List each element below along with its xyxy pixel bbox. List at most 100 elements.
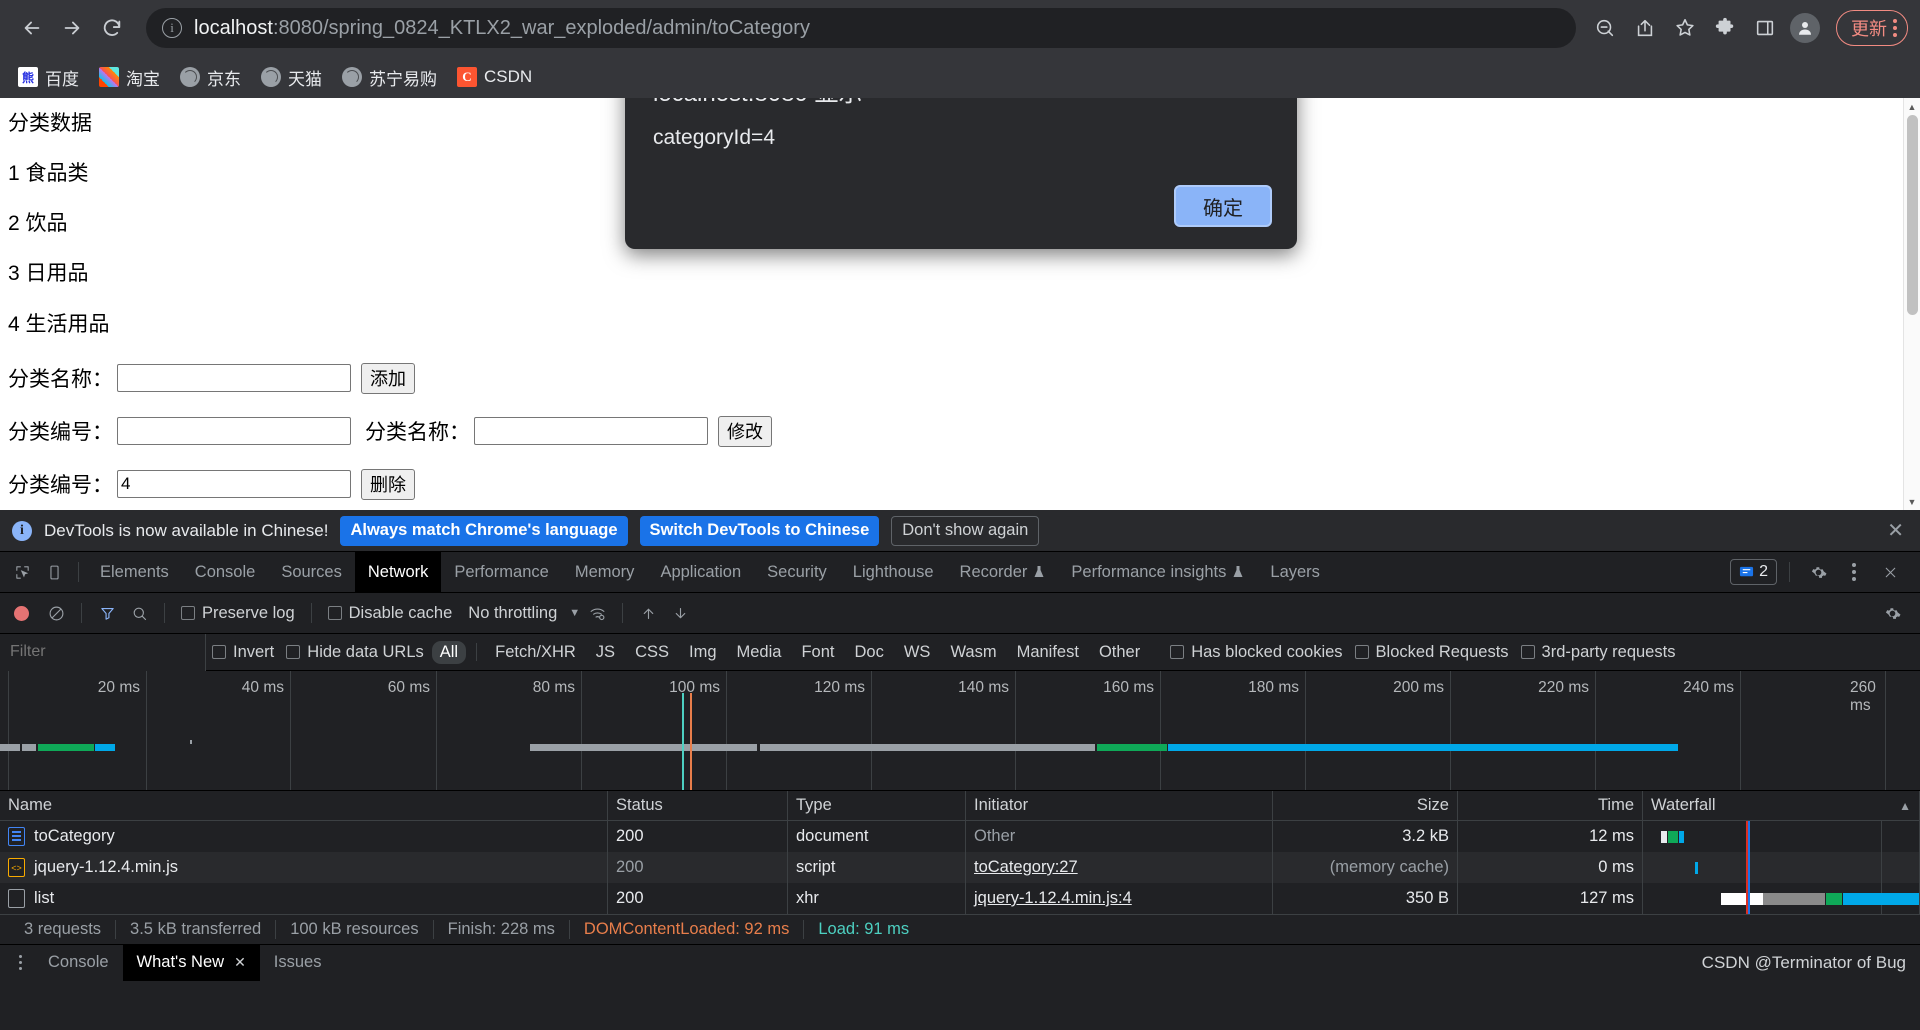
devtools-menu-button[interactable]	[1838, 556, 1870, 588]
drawer-tab-whats-new[interactable]: What's New ✕	[122, 944, 260, 981]
filter-input[interactable]	[0, 633, 206, 671]
tab-layers[interactable]: Layers	[1257, 552, 1333, 593]
preserve-log-checkbox[interactable]: Preserve log	[181, 604, 295, 623]
edit-id-input[interactable]	[117, 417, 351, 446]
network-settings-button[interactable]	[1882, 598, 1912, 628]
tab-memory[interactable]: Memory	[562, 552, 648, 593]
filter-type-all[interactable]: All	[431, 640, 467, 664]
initiator-link[interactable]: toCategory:27	[974, 858, 1078, 877]
add-name-input[interactable]	[117, 364, 351, 393]
drawer-tab-issues[interactable]: Issues	[260, 945, 336, 981]
cell-initiator[interactable]: jquery-1.12.4.min.js:4	[966, 883, 1273, 914]
search-button[interactable]	[124, 598, 154, 628]
chevron-down-icon[interactable]: ▼	[569, 607, 580, 619]
bookmark-item-suning[interactable]: 苏宁易购	[334, 61, 445, 94]
switch-devtools-chinese-button[interactable]: Switch DevTools to Chinese	[639, 515, 880, 546]
tab-sources[interactable]: Sources	[268, 552, 355, 593]
close-icon[interactable]: ✕	[234, 954, 246, 971]
invert-checkbox[interactable]: Invert	[212, 643, 274, 662]
record-icon[interactable]	[14, 605, 29, 621]
tab-network[interactable]: Network	[354, 551, 442, 593]
table-row[interactable]: list 200 xhr jquery-1.12.4.min.js:4 350 …	[0, 883, 1920, 914]
filter-type-img[interactable]: Img	[681, 641, 725, 664]
forward-button[interactable]	[52, 8, 92, 48]
tab-application[interactable]: Application	[647, 552, 754, 593]
side-panel-button[interactable]	[1746, 9, 1784, 47]
blocked-requests-checkbox[interactable]: Blocked Requests	[1354, 643, 1509, 662]
initiator-link[interactable]: jquery-1.12.4.min.js:4	[974, 889, 1132, 908]
throttling-select[interactable]: No throttling	[468, 604, 557, 623]
scrollbar-thumb[interactable]	[1907, 115, 1918, 315]
zoom-out-button[interactable]	[1586, 9, 1624, 47]
bookmark-button[interactable]	[1666, 9, 1704, 47]
tab-lighthouse[interactable]: Lighthouse	[840, 552, 947, 593]
cell-initiator[interactable]: toCategory:27	[966, 852, 1273, 883]
tab-recorder[interactable]: Recorder	[947, 552, 1059, 593]
import-har-button[interactable]	[633, 598, 663, 628]
chrome-menu-icon[interactable]	[1893, 19, 1897, 37]
tab-elements[interactable]: Elements	[87, 552, 182, 593]
add-button[interactable]: 添加	[361, 362, 415, 394]
network-overview-timeline[interactable]: 20 ms 40 ms 60 ms 80 ms 100 ms 120 ms 14…	[0, 671, 1920, 791]
settings-button[interactable]	[1802, 556, 1834, 588]
column-header-type[interactable]: Type	[788, 791, 966, 820]
inspect-element-icon[interactable]	[6, 556, 38, 588]
address-bar[interactable]: i localhost:8080/spring_0824_KTLX2_war_e…	[146, 8, 1576, 48]
filter-type-fetch-xhr[interactable]: Fetch/XHR	[487, 641, 584, 664]
cell-name[interactable]: <> jquery-1.12.4.min.js	[0, 852, 608, 883]
column-header-initiator[interactable]: Initiator	[966, 791, 1273, 820]
edit-name-input[interactable]	[474, 417, 708, 446]
column-header-time[interactable]: Time	[1458, 791, 1643, 820]
close-devtools-button[interactable]	[1874, 556, 1906, 588]
network-conditions-button[interactable]	[582, 598, 612, 628]
filter-type-css[interactable]: CSS	[627, 641, 677, 664]
update-button[interactable]: 更新	[1836, 10, 1908, 46]
page-scrollbar[interactable]: ▲ ▼	[1903, 98, 1920, 510]
cell-name[interactable]: list	[0, 883, 608, 914]
profile-button[interactable]	[1786, 9, 1824, 47]
device-toolbar-icon[interactable]	[38, 556, 70, 588]
third-party-requests-checkbox[interactable]: 3rd-party requests	[1520, 643, 1675, 662]
delete-button[interactable]: 删除	[361, 468, 415, 500]
drawer-tab-console[interactable]: Console	[34, 945, 123, 981]
column-header-waterfall[interactable]: Waterfall ▲	[1643, 791, 1920, 820]
toggle-filter-button[interactable]	[92, 598, 122, 628]
column-header-size[interactable]: Size	[1273, 791, 1458, 820]
scroll-down-icon[interactable]: ▼	[1904, 493, 1920, 510]
bookmark-item-csdn[interactable]: C CSDN	[449, 63, 540, 91]
issues-counter[interactable]: 2	[1730, 559, 1777, 585]
filter-type-other[interactable]: Other	[1091, 641, 1148, 664]
export-har-button[interactable]	[665, 598, 695, 628]
dialog-ok-button[interactable]: 确定	[1174, 185, 1272, 227]
close-icon[interactable]: ✕	[1887, 518, 1908, 543]
extensions-button[interactable]	[1706, 9, 1744, 47]
has-blocked-cookies-checkbox[interactable]: Has blocked cookies	[1170, 643, 1343, 662]
share-button[interactable]	[1626, 9, 1664, 47]
table-row[interactable]: <> jquery-1.12.4.min.js 200 script toCat…	[0, 852, 1920, 883]
hide-data-urls-checkbox[interactable]: Hide data URLs	[286, 643, 424, 662]
bookmark-item-taobao[interactable]: 淘宝	[91, 61, 168, 94]
tab-performance[interactable]: Performance	[441, 552, 561, 593]
table-row[interactable]: toCategory 200 document Other 3.2 kB 12 …	[0, 821, 1920, 852]
cell-name[interactable]: toCategory	[0, 821, 608, 852]
reload-button[interactable]	[92, 8, 132, 48]
filter-type-font[interactable]: Font	[793, 641, 842, 664]
tab-security[interactable]: Security	[754, 552, 840, 593]
delete-id-input[interactable]	[117, 470, 351, 499]
back-button[interactable]	[12, 8, 52, 48]
filter-type-wasm[interactable]: Wasm	[942, 641, 1004, 664]
site-info-icon[interactable]: i	[162, 18, 182, 38]
filter-type-ws[interactable]: WS	[896, 641, 939, 664]
clear-network-log-button[interactable]	[41, 598, 71, 628]
bookmark-item-jd[interactable]: 京东	[172, 61, 249, 94]
filter-type-js[interactable]: JS	[588, 641, 623, 664]
dont-show-again-button[interactable]: Don't show again	[891, 515, 1040, 546]
bookmark-item-baidu[interactable]: 熊 百度	[10, 61, 87, 94]
column-header-status[interactable]: Status	[608, 791, 788, 820]
column-header-name[interactable]: Name	[0, 791, 608, 820]
filter-type-doc[interactable]: Doc	[847, 641, 892, 664]
drawer-menu-icon[interactable]	[6, 955, 34, 970]
tab-performance-insights[interactable]: Performance insights	[1058, 552, 1257, 593]
edit-button[interactable]: 修改	[718, 415, 772, 447]
disable-cache-checkbox[interactable]: Disable cache	[327, 604, 452, 623]
